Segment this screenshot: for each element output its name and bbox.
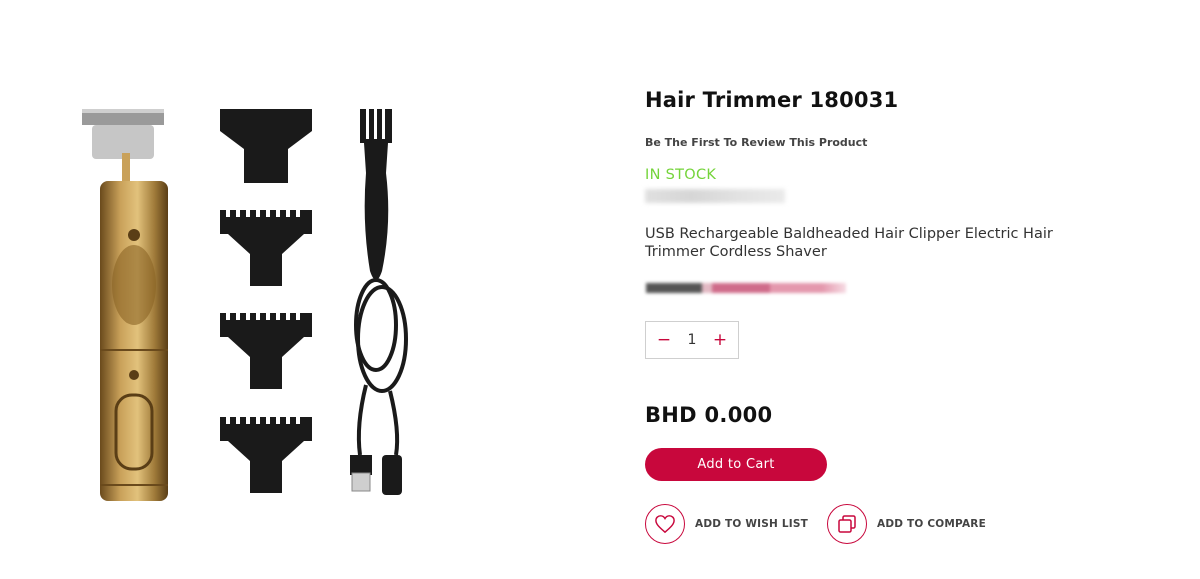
redacted-field <box>645 189 785 203</box>
trimmer-illustration <box>82 109 168 501</box>
usb-cable-illustration <box>354 278 408 456</box>
add-to-compare-button[interactable]: ADD TO COMPARE <box>827 504 986 544</box>
compare-icon <box>838 515 856 533</box>
product-title: Hair Trimmer 180031 <box>645 88 899 112</box>
quantity-stepper[interactable]: − 1 + <box>645 321 739 359</box>
add-to-wishlist-button[interactable]: ADD TO WISH LIST <box>645 504 808 544</box>
compare-icon-circle[interactable] <box>827 504 867 544</box>
wishlist-icon-circle[interactable] <box>645 504 685 544</box>
increment-button[interactable]: + <box>712 331 728 349</box>
compare-label: ADD TO COMPARE <box>877 518 986 530</box>
stock-status: IN STOCK <box>645 167 717 183</box>
product-image[interactable] <box>60 95 480 515</box>
review-link[interactable]: Be The First To Review This Product <box>645 136 867 149</box>
brush-illustration <box>360 109 392 280</box>
decrement-button[interactable]: − <box>656 331 672 349</box>
wishlist-label: ADD TO WISH LIST <box>695 518 808 530</box>
heart-icon <box>655 515 675 534</box>
product-image-svg <box>82 109 408 501</box>
product-price: BHD 0.000 <box>645 403 773 427</box>
redacted-vendor <box>646 283 846 293</box>
quantity-value[interactable]: 1 <box>688 332 697 348</box>
usb-plug-illustration <box>350 455 402 495</box>
guard-combs-illustration <box>220 109 312 493</box>
product-description: USB Rechargeable Baldheaded Hair Clipper… <box>645 226 1053 260</box>
add-to-cart-button[interactable]: Add to Cart <box>645 448 827 481</box>
